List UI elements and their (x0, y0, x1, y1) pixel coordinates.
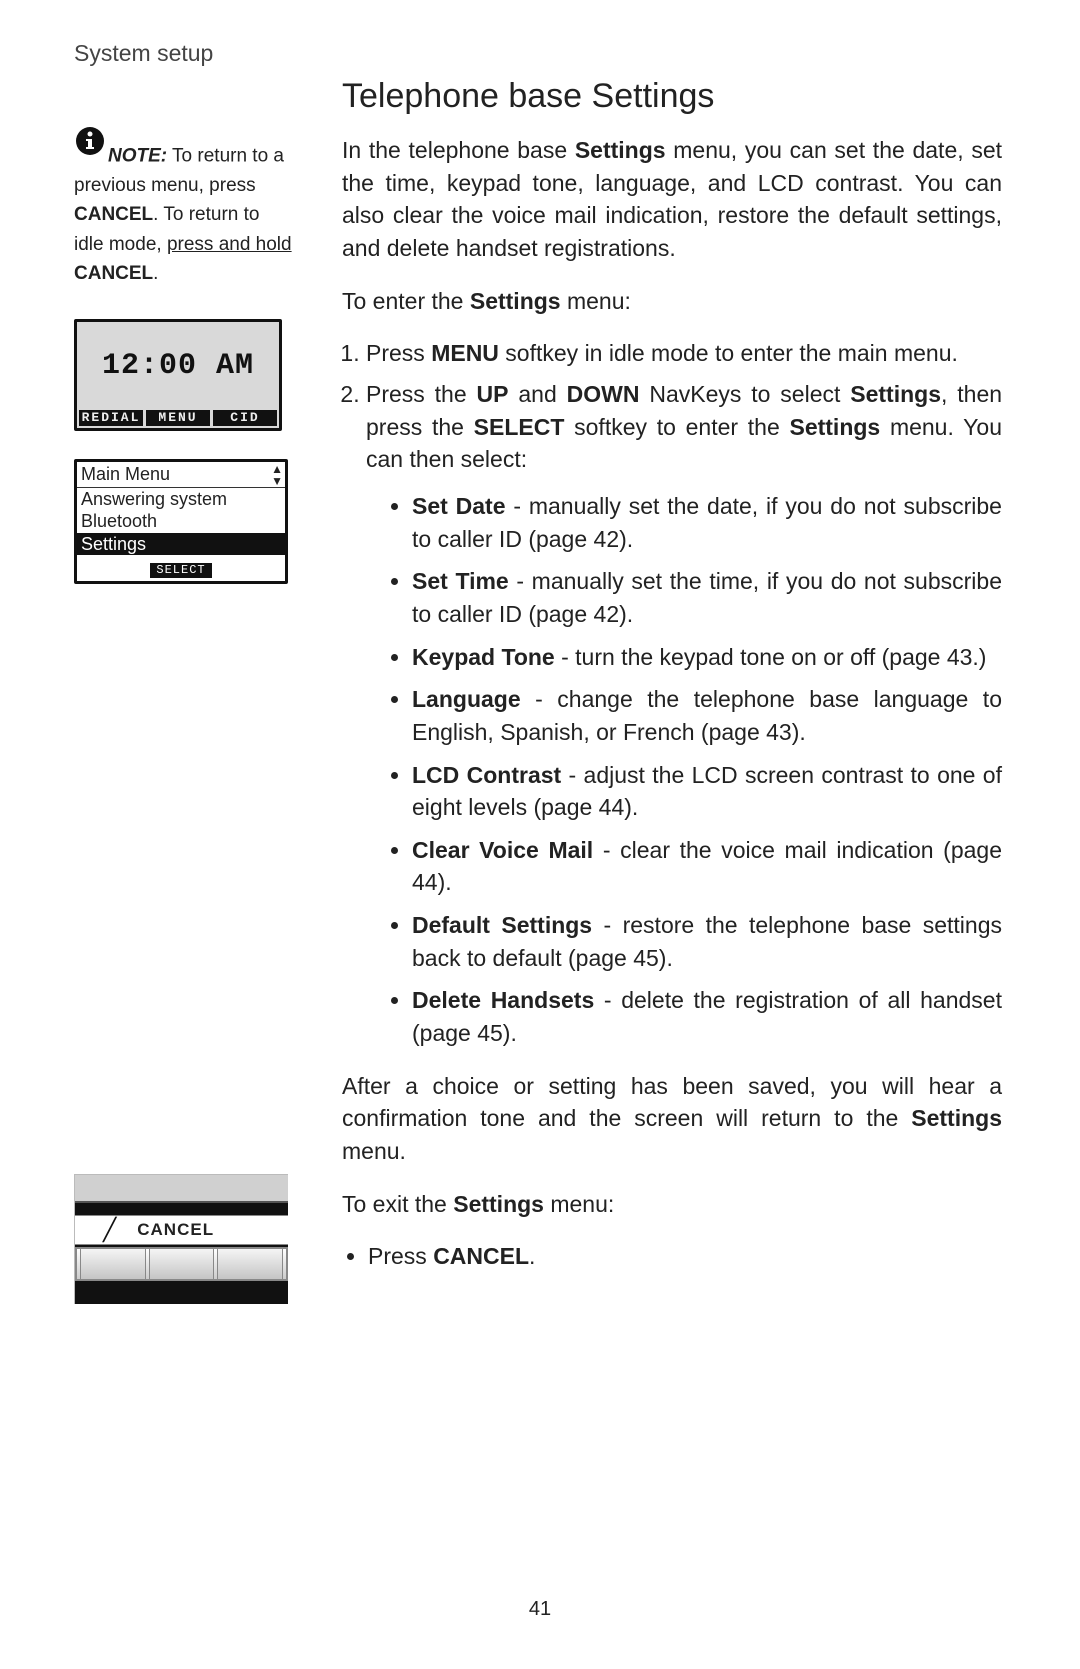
note-block: NOTE: To return to a previous menu, pres… (74, 125, 294, 289)
menu-title: Main Menu (81, 463, 170, 487)
sidebar: NOTE: To return to a previous menu, pres… (74, 77, 294, 1304)
options-list: Set Date - manually set the date, if you… (366, 490, 1002, 1050)
option-default-settings: Default Settings - restore the telephone… (412, 909, 1002, 974)
exit-step: Press CANCEL. (368, 1240, 1002, 1273)
option-lcd-contrast: LCD Contrast - adjust the LCD screen con… (412, 759, 1002, 824)
page-number: 41 (529, 1598, 551, 1621)
softkey-redial: REDIAL (79, 410, 143, 426)
option-set-time: Set Time - manually set the time, if you… (412, 565, 1002, 630)
option-set-date: Set Date - manually set the date, if you… (412, 490, 1002, 555)
step-1: Press MENU softkey in idle mode to enter… (366, 337, 1002, 370)
option-delete-handsets: Delete Handsets - delete the registratio… (412, 984, 1002, 1049)
main-content: Telephone base Settings In the telephone… (342, 77, 1002, 1304)
menu-item-selected: Settings (77, 533, 285, 556)
softkey-cid: CID (213, 410, 277, 426)
lcd-idle-screen: 12:00 AM REDIAL MENU CID (74, 319, 282, 431)
section-header: System setup (74, 40, 1002, 67)
steps-list: Press MENU softkey in idle mode to enter… (342, 337, 1002, 1049)
cancel-key-figure: ╱ CANCEL (74, 1174, 288, 1304)
option-clear-voice-mail: Clear Voice Mail - clear the voice mail … (412, 834, 1002, 899)
menu-item: Answering system (77, 488, 285, 511)
option-language: Language - change the telephone base lan… (412, 683, 1002, 748)
lcd-time: 12:00 AM (77, 322, 279, 410)
menu-item: Bluetooth (77, 510, 285, 533)
softkey-menu: MENU (146, 410, 210, 426)
lcd-menu-screen: Main Menu ▲▼ Answering system Bluetooth … (74, 459, 288, 584)
step-2: Press the UP and DOWN NavKeys to select … (366, 378, 1002, 1050)
note-cancel-1: CANCEL (74, 204, 153, 225)
softkey-select: SELECT (150, 563, 211, 578)
to-exit-line: To exit the Settings menu: (342, 1188, 1002, 1221)
cancel-key-label: CANCEL (137, 1220, 214, 1240)
note-period: . (153, 263, 158, 284)
to-enter-line: To enter the Settings menu: (342, 285, 1002, 318)
note-cancel-2: CANCEL (74, 263, 153, 284)
scroll-arrows-icon: ▲▼ (271, 463, 283, 487)
option-keypad-tone: Keypad Tone - turn the keypad tone on or… (412, 641, 1002, 674)
page-title: Telephone base Settings (342, 77, 1002, 116)
after-paragraph: After a choice or setting has been saved… (342, 1070, 1002, 1168)
intro-paragraph: In the telephone base Settings menu, you… (342, 134, 1002, 265)
info-icon (74, 125, 106, 166)
end-call-icon: ╱ (75, 1217, 134, 1243)
exit-list: Press CANCEL. (342, 1240, 1002, 1273)
note-underline: press and hold (167, 234, 292, 255)
note-label: NOTE: (108, 145, 167, 166)
